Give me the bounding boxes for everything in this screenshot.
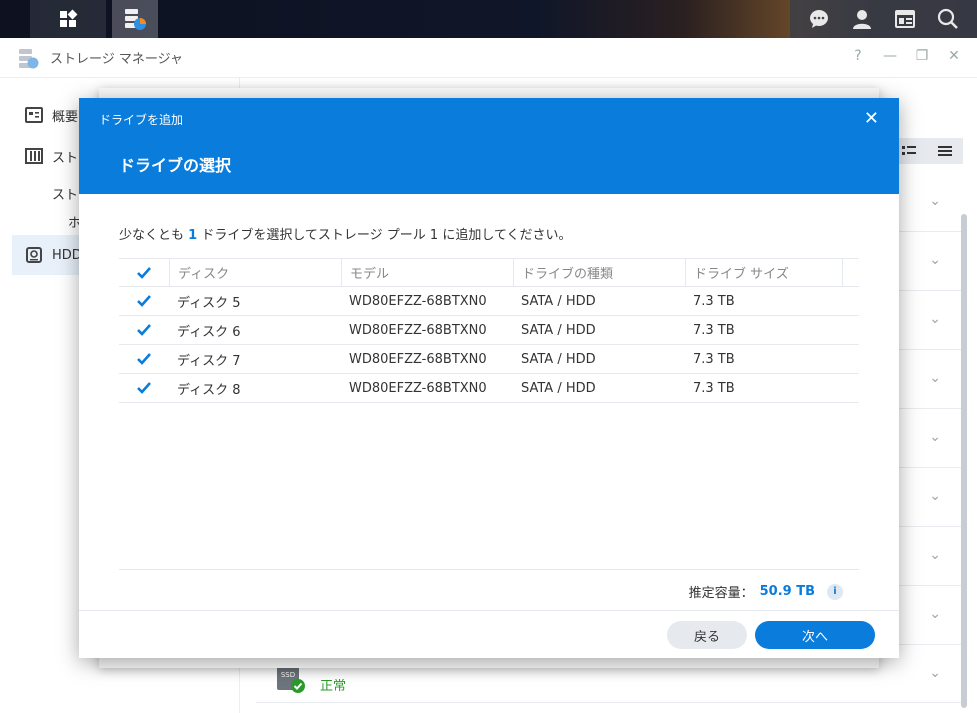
hdd-icon	[24, 245, 44, 265]
row-checkbox[interactable]	[119, 322, 169, 338]
capacity-value: 50.9 TB	[759, 584, 815, 599]
cell-drive-type: SATA / HDD	[521, 293, 596, 309]
dialog-footer: 戻る 次へ	[79, 610, 899, 658]
capacity-label: 推定容量：	[688, 586, 754, 601]
chevron-down-icon[interactable]: ⌄	[929, 665, 941, 681]
list-detail-icon	[902, 146, 916, 155]
cell-drive-size: 7.3 TB	[693, 293, 735, 309]
svg-text:SSD: SSD	[281, 671, 295, 679]
taskbar-tray	[790, 0, 977, 38]
help-button[interactable]: ?	[849, 48, 867, 64]
chevron-down-icon[interactable]: ⌄	[929, 606, 941, 622]
chevron-down-icon[interactable]: ⌄	[929, 370, 941, 386]
checkmark-icon	[137, 266, 151, 279]
taskbar	[0, 0, 977, 38]
table-row[interactable]: ディスク 8 WD80EFZZ-68BTXN0 SATA / HDD 7.3 T…	[119, 374, 859, 403]
instruction-text: 少なくとも 1 ドライブを選択してストレージ プール 1 に追加してください。	[119, 228, 572, 243]
cell-drive-type: SATA / HDD	[521, 380, 596, 396]
next-button[interactable]: 次へ	[755, 621, 875, 649]
scrollbar[interactable]	[961, 214, 967, 708]
checkmark-icon	[137, 353, 151, 365]
window-title: ストレージ マネージャ	[50, 52, 183, 67]
widgets-icon[interactable]	[892, 6, 918, 32]
divider	[119, 569, 859, 570]
sidebar-item-label: スト	[52, 150, 79, 166]
chevron-down-icon[interactable]: ⌄	[929, 547, 941, 563]
dialog-header: ドライブを追加 ✕ ドライブの選択	[79, 98, 899, 194]
column-header-drive-type[interactable]: ドライブの種類	[513, 259, 685, 286]
user-icon[interactable]	[849, 6, 875, 32]
back-button[interactable]: 戻る	[667, 621, 747, 649]
overview-icon	[24, 105, 44, 125]
cell-disk: ディスク 6	[177, 324, 241, 340]
cell-model: WD80EFZZ-68BTXN0	[349, 380, 487, 396]
close-icon[interactable]: ✕	[864, 108, 879, 129]
add-drive-dialog: ドライブを追加 ✕ ドライブの選択 少なくとも 1 ドライブを選択してストレージ…	[79, 98, 899, 658]
table-row[interactable]: ディスク 5 WD80EFZZ-68BTXN0 SATA / HDD 7.3 T…	[119, 287, 859, 316]
compact-view-button[interactable]	[927, 138, 963, 164]
chevron-down-icon[interactable]: ⌄	[929, 252, 941, 268]
menu-lines-icon	[938, 146, 952, 156]
storage-icon	[24, 146, 44, 166]
row-checkbox[interactable]	[119, 293, 169, 309]
dialog-window-title: ドライブを追加	[99, 113, 184, 127]
select-all-checkbox[interactable]	[119, 265, 169, 281]
storage-manager-icon	[125, 9, 146, 30]
sidebar-subitem-storage-pool[interactable]: スト	[52, 184, 78, 203]
cell-drive-size: 7.3 TB	[693, 322, 735, 338]
storage-manager-icon	[19, 48, 39, 68]
chevron-down-icon[interactable]: ⌄	[929, 488, 941, 504]
table-header: ディスク モデル ドライブの種類 ドライブ サイズ	[119, 258, 859, 287]
window-titlebar: ストレージ マネージャ ? — ❐ ✕	[0, 38, 977, 78]
cell-model: WD80EFZZ-68BTXN0	[349, 293, 487, 309]
row-checkbox[interactable]	[119, 351, 169, 367]
restore-button[interactable]: ❐	[913, 48, 931, 64]
divider	[256, 702, 961, 703]
search-icon[interactable]	[935, 6, 961, 32]
chevron-down-icon[interactable]: ⌄	[929, 193, 941, 209]
sidebar-item-label: 概要	[52, 109, 79, 125]
cell-model: WD80EFZZ-68BTXN0	[349, 322, 487, 338]
cell-model: WD80EFZZ-68BTXN0	[349, 351, 487, 367]
ssd-ok-icon: SSD	[276, 664, 305, 694]
cell-disk: ディスク 8	[177, 382, 241, 398]
view-toggle	[891, 138, 963, 164]
table-row[interactable]: ディスク 7 WD80EFZZ-68BTXN0 SATA / HDD 7.3 T…	[119, 345, 859, 374]
sidebar-item-label: HDD	[52, 247, 82, 263]
cell-disk: ディスク 7	[177, 353, 241, 369]
chevron-down-icon[interactable]: ⌄	[929, 311, 941, 327]
cell-drive-type: SATA / HDD	[521, 322, 596, 338]
column-header-disk[interactable]: ディスク	[169, 259, 341, 286]
grid-icon	[60, 9, 78, 27]
dialog-heading: ドライブの選択	[119, 156, 232, 175]
column-header-drive-size[interactable]: ドライブ サイズ	[685, 259, 843, 286]
minimize-button[interactable]: —	[881, 48, 899, 64]
info-icon[interactable]: i	[827, 583, 843, 600]
status-badge: 正常	[320, 679, 347, 694]
main-menu-button[interactable]	[30, 0, 106, 38]
table-row[interactable]: ディスク 6 WD80EFZZ-68BTXN0 SATA / HDD 7.3 T…	[119, 316, 859, 345]
checkmark-icon	[137, 324, 151, 336]
cell-drive-size: 7.3 TB	[693, 351, 735, 367]
storage-manager-taskbar-button[interactable]	[112, 0, 158, 38]
checkmark-icon	[137, 295, 151, 307]
window-controls: ? — ❐ ✕	[849, 48, 963, 64]
cell-disk: ディスク 5	[177, 295, 241, 311]
column-header-model[interactable]: モデル	[341, 259, 513, 286]
chat-icon[interactable]	[806, 6, 832, 32]
chevron-down-icon[interactable]: ⌄	[929, 429, 941, 445]
cell-drive-type: SATA / HDD	[521, 351, 596, 367]
checkmark-icon	[137, 382, 151, 394]
cell-drive-size: 7.3 TB	[693, 380, 735, 396]
row-checkbox[interactable]	[119, 380, 169, 396]
drive-table: ディスク モデル ドライブの種類 ドライブ サイズ ディスク 5 WD80EFZ…	[119, 258, 859, 403]
close-window-button[interactable]: ✕	[945, 48, 963, 64]
estimated-capacity: 推定容量： 50.9 TB i	[689, 582, 843, 601]
